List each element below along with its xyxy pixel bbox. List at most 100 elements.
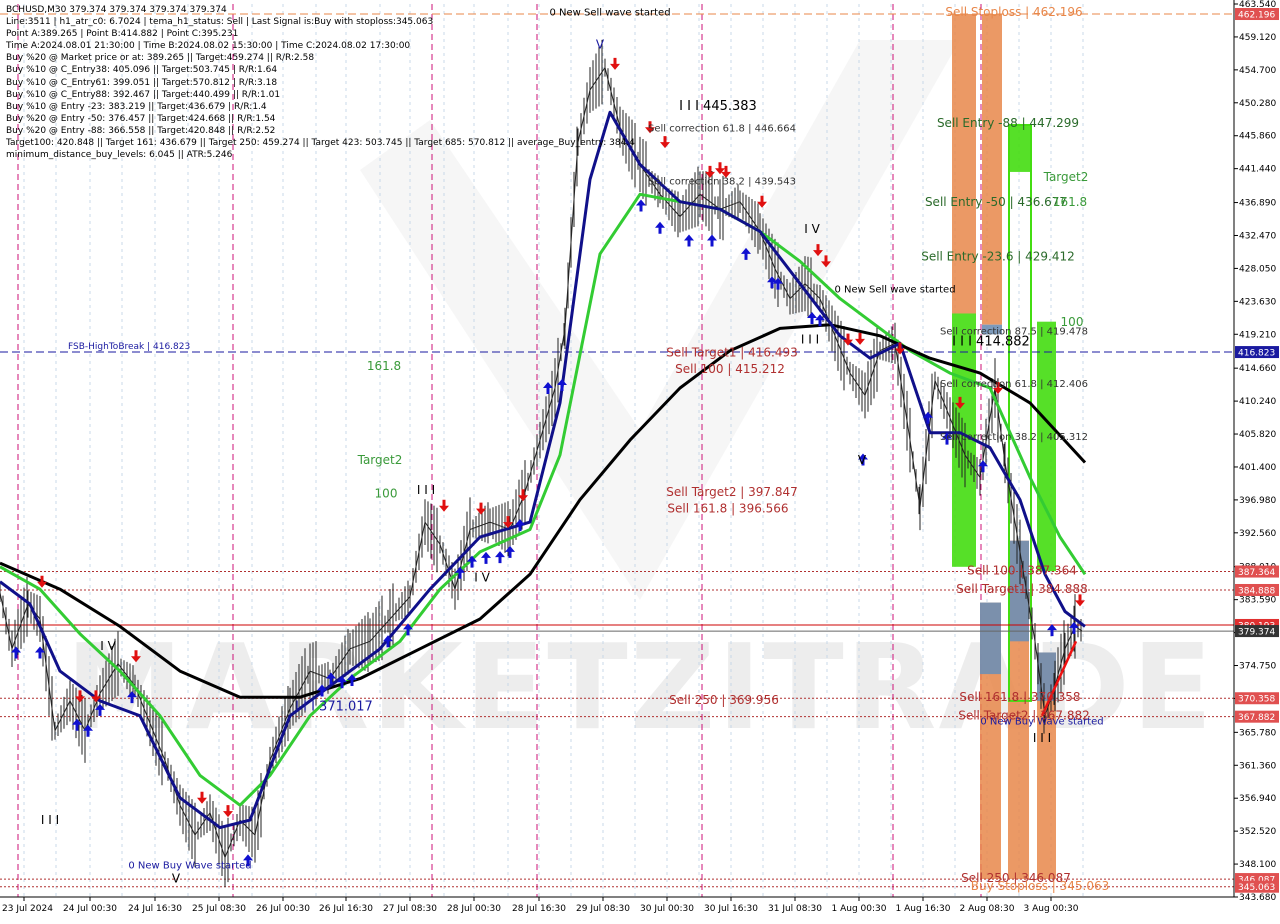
annotation-label: Sell 161.8 | 396.566 [667, 501, 788, 515]
y-tick-label: 450.280 [1239, 99, 1276, 109]
annotation-label: Sell Target2 | 397.847 [666, 485, 798, 499]
zone-bar [952, 13, 976, 314]
price-tag-label: 370.358 [1238, 695, 1275, 705]
y-tick-label: 445.860 [1239, 132, 1276, 142]
annotation-label: Sell Target1 | 384.888 [956, 582, 1088, 596]
y-tick-label: 432.470 [1239, 231, 1276, 241]
annotation-label: I V [804, 222, 820, 236]
y-tick-label: 428.050 [1239, 264, 1276, 274]
y-tick-label: 459.120 [1239, 33, 1276, 43]
annotation-label: Sell 100 | 387.364 [967, 563, 1077, 577]
annotation-label: Target2 [357, 453, 403, 467]
symbol-line: BCHUSD,M30 379.374 379.374 379.374 379.3… [6, 5, 227, 15]
x-tick-label: 27 Jul 08:30 [383, 904, 437, 914]
x-tick-label: 1 Aug 00:30 [832, 904, 887, 914]
zone-bar [980, 602, 1001, 675]
annotation-label: 161.8 [1053, 195, 1087, 209]
y-tick-label: 374.750 [1239, 662, 1276, 672]
annotation-label: Sell correction 38.2 | 405.312 [940, 432, 1088, 443]
x-tick-label: 30 Jul 16:30 [704, 904, 758, 914]
x-tick-label: 24 Jul 00:30 [63, 904, 117, 914]
info-line: Buy %20 @ Market price or at: 389.265 ||… [6, 53, 315, 64]
y-tick-label: 365.780 [1239, 728, 1276, 738]
x-tick-label: 29 Jul 08:30 [576, 904, 630, 914]
y-tick-label: 392.560 [1239, 529, 1276, 539]
y-tick-label: 423.630 [1239, 297, 1276, 307]
price-tag-label: 379.374 [1238, 628, 1275, 638]
info-line: Buy %20 @ Entry -50: 376.457 || Target:4… [6, 113, 276, 124]
annotation-label: Sell correction 38.2 | 439.543 [648, 177, 796, 188]
info-line: Buy %10 @ C_Entry61: 399.051 || Target:5… [6, 77, 278, 88]
annotation-label: Sell Target1 | 416.493 [666, 346, 798, 360]
y-tick-label: 348.100 [1239, 860, 1276, 870]
annotation-label: V [172, 872, 181, 886]
x-tick-label: 31 Jul 08:30 [768, 904, 822, 914]
y-tick-label: 414.660 [1239, 364, 1276, 374]
annotation-label: Sell 100 | 415.212 [675, 362, 785, 376]
x-tick-label: 28 Jul 16:30 [512, 904, 566, 914]
annotation-label: Buy Stoploss | 345.063 [971, 879, 1110, 893]
y-tick-label: 396.980 [1239, 496, 1276, 506]
x-tick-label: 28 Jul 00:30 [447, 904, 501, 914]
info-lines: Line:3511 | h1_atr_c0: 6.7024 | tema_h1_… [6, 16, 635, 161]
y-tick-label: 401.400 [1239, 463, 1276, 473]
price-tag-label: 345.063 [1238, 883, 1275, 893]
x-tick-label: 25 Jul 08:30 [192, 904, 246, 914]
info-line: Buy %20 @ Entry -88: 366.558 || Target:4… [6, 125, 276, 136]
zone-bar [1009, 124, 1031, 172]
info-line: Time A:2024.08.01 21:30:00 | Time B:2024… [6, 41, 411, 52]
annotation-label: 0 New Sell wave started [834, 285, 955, 296]
annotation-label: Target2 [1043, 170, 1089, 184]
y-tick-label: 356.940 [1239, 794, 1276, 804]
y-tick-label: 436.890 [1239, 199, 1276, 209]
annotation-label: 100 [375, 487, 398, 501]
annotation-label: V [858, 453, 867, 467]
x-tick-label: 26 Jul 16:30 [319, 904, 373, 914]
x-tick-label: 2 Aug 08:30 [960, 904, 1015, 914]
annotation-label: 0 New Buy Wave started [128, 861, 251, 872]
annotation-label: I I I [41, 813, 59, 827]
y-tick-label: 419.210 [1239, 330, 1276, 340]
zone-bar [982, 13, 1002, 325]
x-tick-label: 3 Aug 00:30 [1024, 904, 1079, 914]
price-tag-label: 367.882 [1238, 713, 1275, 723]
chart-root: MARKETZITRADE FSB-HighToBreak | 416.823 … [0, 0, 1280, 920]
indicator-info-panel: BCHUSD,M30 379.374 379.374 379.374 379.3… [6, 4, 635, 161]
annotation-label: I V [100, 639, 116, 653]
info-line: Buy %10 @ C_Entry38: 405.096 || Target:5… [6, 65, 278, 76]
info-line: Target100: 420.848 || Target 161: 436.67… [6, 138, 635, 149]
x-tick-label: 24 Jul 16:30 [128, 904, 182, 914]
price-tag-label: 384.888 [1238, 586, 1275, 596]
annotation-label: Sell Entry -88 | 447.299 [937, 116, 1079, 130]
annotation-label: Sell Entry -50 | 436.677 [925, 195, 1067, 209]
annotation-label: I I I 445.383 [679, 99, 757, 114]
y-tick-label: 405.820 [1239, 430, 1276, 440]
y-tick-label: 352.520 [1239, 827, 1276, 837]
y-tick-label: 454.700 [1239, 66, 1276, 76]
y-tick-label: 441.440 [1239, 165, 1276, 175]
y-tick-label: 383.590 [1239, 596, 1276, 606]
annotation-label: Sell Stoploss | 462.196 [945, 5, 1082, 19]
zone-bar [1037, 321, 1056, 572]
y-tick-label: 361.360 [1239, 761, 1276, 771]
info-line: Buy %10 @ C_Entry88: 392.467 || Target:4… [6, 89, 281, 100]
info-line: Point A:389.265 | Point B:414.882 | Poin… [6, 29, 239, 40]
annotation-label: 0 New Buy Wave started [980, 717, 1103, 728]
annotation-label: I I I [1033, 731, 1051, 745]
y-tick-label: 343.680 [1239, 893, 1276, 903]
annotation-label: I V [474, 571, 490, 585]
price-tag-label: 387.364 [1238, 568, 1275, 578]
x-tick-label: 30 Jul 00:30 [640, 904, 694, 914]
x-tick-label: 1 Aug 16:30 [896, 904, 951, 914]
annotation-label: 161.8 [367, 359, 401, 373]
annotation-label: Sell correction 61.8 | 412.406 [940, 379, 1088, 390]
price-tag-label: 462.196 [1238, 11, 1275, 21]
info-line: minimum_distance_buy_levels: 6.045 || AT… [6, 150, 233, 161]
info-line: Buy %10 @ Entry -23: 383.219 || Target:4… [6, 101, 267, 112]
annotation-label: Sell Entry -23.6 | 429.412 [921, 250, 1075, 264]
annotation-label: I I I 371.017 [295, 700, 373, 715]
info-line: Line:3511 | h1_atr_c0: 6.7024 | tema_h1_… [6, 17, 434, 28]
annotation-label: I I I 414.882 [952, 335, 1030, 350]
y-tick-label: 410.240 [1239, 397, 1276, 407]
price-tag-label: 416.823 [1238, 349, 1275, 359]
